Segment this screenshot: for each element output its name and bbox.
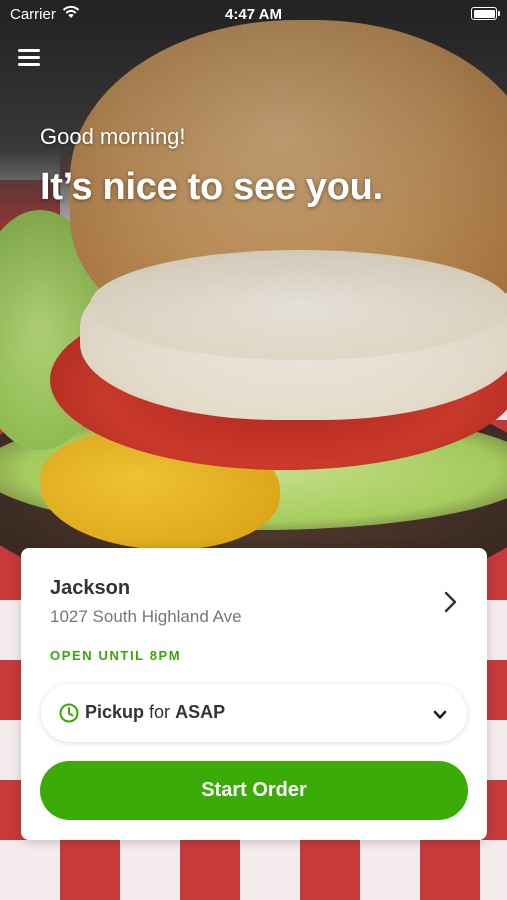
chevron-down-icon	[433, 707, 447, 719]
chevron-right-icon[interactable]	[441, 590, 459, 614]
headline-text: It’s nice to see you.	[40, 166, 383, 208]
hamburger-menu-icon[interactable]	[18, 46, 42, 68]
order-connector: for	[149, 702, 171, 722]
start-order-button[interactable]: Start Order	[40, 761, 468, 820]
order-mode: Pickup	[85, 702, 145, 722]
order-type-text: Pickup for ASAP	[85, 702, 225, 723]
battery-icon	[471, 7, 500, 20]
screen: Carrier 4:47 AM Good morning! It’s nice …	[0, 0, 507, 900]
greeting-text: Good morning!	[40, 124, 186, 149]
status-time: 4:47 AM	[225, 6, 282, 23]
hours-status: OPEN UNTIL 8PM	[50, 648, 182, 663]
location-name: Jackson	[50, 577, 131, 599]
status-bar: Carrier 4:47 AM	[0, 0, 507, 28]
order-time: ASAP	[175, 702, 226, 722]
clock-icon	[59, 703, 79, 723]
location-card: Jackson 1027 South Highland Ave OPEN UNT…	[21, 548, 487, 840]
location-address: 1027 South Highland Ave	[50, 607, 242, 626]
order-type-selector[interactable]: Pickup for ASAP	[41, 684, 467, 742]
